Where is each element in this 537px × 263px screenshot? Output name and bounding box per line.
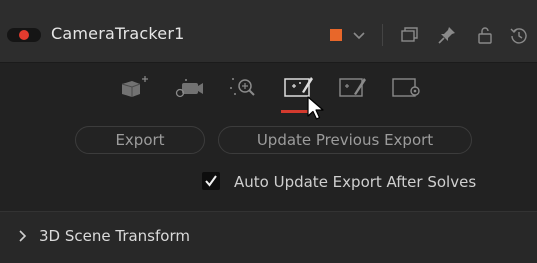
checkmark-icon [205, 175, 217, 187]
auto-update-export-checkbox[interactable] [202, 172, 220, 190]
chevron-down-icon[interactable] [348, 24, 370, 46]
reset-icon[interactable] [508, 24, 530, 46]
node-enable-toggle[interactable] [7, 28, 41, 42]
header-separator [382, 24, 383, 46]
options-tab-icon[interactable] [390, 74, 422, 100]
solve-tab-icon[interactable] [227, 74, 259, 100]
auto-update-export-label: Auto Update Export After Solves [234, 173, 477, 191]
node-color-swatch[interactable] [330, 29, 342, 41]
export-button[interactable]: Export [75, 126, 205, 154]
lock-icon[interactable] [474, 24, 496, 46]
mouse-cursor-icon [307, 96, 324, 120]
track-tab-icon[interactable] [118, 74, 150, 100]
node-name: CameraTracker1 [51, 24, 185, 43]
tabbar-divider [0, 62, 537, 63]
window-icon[interactable] [398, 24, 420, 46]
pin-icon[interactable] [436, 24, 458, 46]
update-previous-export-button[interactable]: Update Previous Export [218, 126, 472, 154]
toggle-indicator [19, 30, 29, 40]
edit-tab-icon[interactable] [337, 74, 369, 100]
chevron-right-icon[interactable] [17, 229, 29, 243]
section-label[interactable]: 3D Scene Transform [39, 227, 190, 245]
camera-tab-icon[interactable] [172, 74, 204, 100]
